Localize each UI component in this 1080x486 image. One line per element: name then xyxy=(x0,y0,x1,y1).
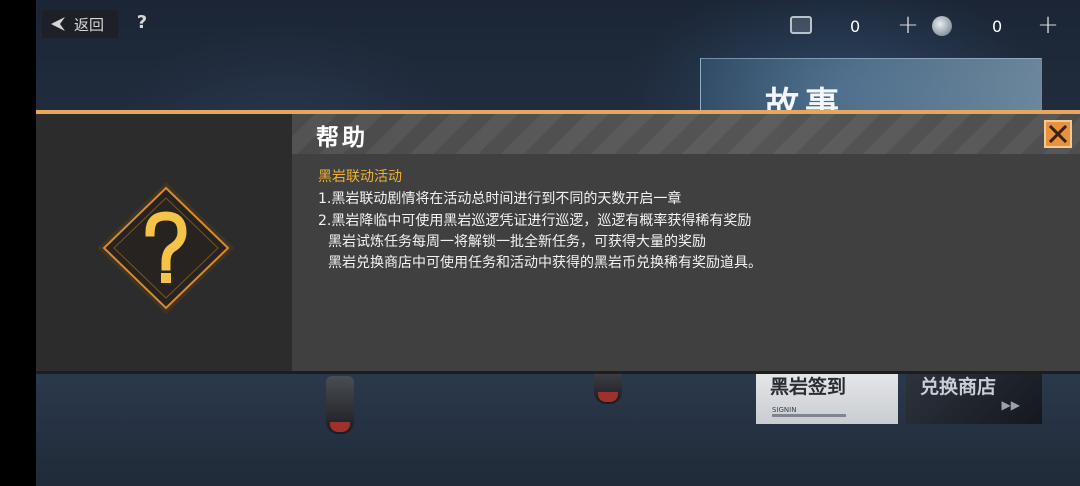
help-line-2: 2.黑岩降临中可使用黑岩巡逻凭证进行巡逻，巡逻有概率获得稀有奖励 xyxy=(318,213,752,229)
fast-forward-icon: ▶▶ xyxy=(1001,398,1020,412)
signin-card[interactable]: 黑岩签到 SIGNIN xyxy=(756,374,898,424)
signin-card-title: 黑岩签到 xyxy=(770,376,847,398)
add-coin-button[interactable]: + xyxy=(1036,12,1060,38)
help-line-1: 1.黑岩联动剧情将在活动总时间进行到不同的天数开启一章 xyxy=(318,191,682,207)
close-button[interactable] xyxy=(1044,120,1072,148)
back-arrow-icon xyxy=(51,17,65,31)
signin-progress-bar xyxy=(772,414,846,417)
story-banner[interactable]: 故事 xyxy=(700,58,1042,125)
back-button-label: 返回 xyxy=(74,15,105,34)
left-black-bar xyxy=(0,0,36,486)
exchange-shop-title: 兑换商店 xyxy=(920,376,997,398)
exchange-shop-card[interactable]: 兑换商店 ▶▶ xyxy=(906,374,1042,424)
dialog-icon-panel xyxy=(36,114,292,374)
character-boot-left xyxy=(326,376,354,434)
coin-icon xyxy=(932,16,952,36)
add-ticket-button[interactable]: + xyxy=(896,12,920,38)
help-line-3: 黑岩试炼任务每周一将解锁一批全新任务，可获得大量的奖励 xyxy=(328,234,706,250)
coin-count: 0 xyxy=(992,17,1003,36)
dialog-content: 黑岩联动活动 1.黑岩联动剧情将在活动总时间进行到不同的天数开启一章 2.黑岩降… xyxy=(292,154,1080,374)
help-line-4: 黑岩兑换商店中可使用任务和活动中获得的黑岩币兑换稀有奖励道具。 xyxy=(328,255,762,271)
dialog-title: 帮助 xyxy=(316,125,368,151)
section-title: 黑岩联动活动 xyxy=(318,169,402,185)
dialog-header: 帮助 xyxy=(292,114,1080,154)
back-button[interactable]: 返回 xyxy=(42,10,118,38)
dialog-bottom-border xyxy=(36,371,1080,374)
help-dialog: 帮助 黑岩联动活动 1.黑岩联动剧情将在活动总时间进行到不同的天数开启一章 2.… xyxy=(36,110,1080,374)
signin-card-subtitle: SIGNIN xyxy=(772,406,797,414)
help-button[interactable]: ? xyxy=(128,10,156,38)
ticket-count: 0 xyxy=(850,17,861,36)
question-icon xyxy=(97,181,235,315)
close-icon xyxy=(1048,124,1068,144)
ticket-icon xyxy=(790,16,812,34)
